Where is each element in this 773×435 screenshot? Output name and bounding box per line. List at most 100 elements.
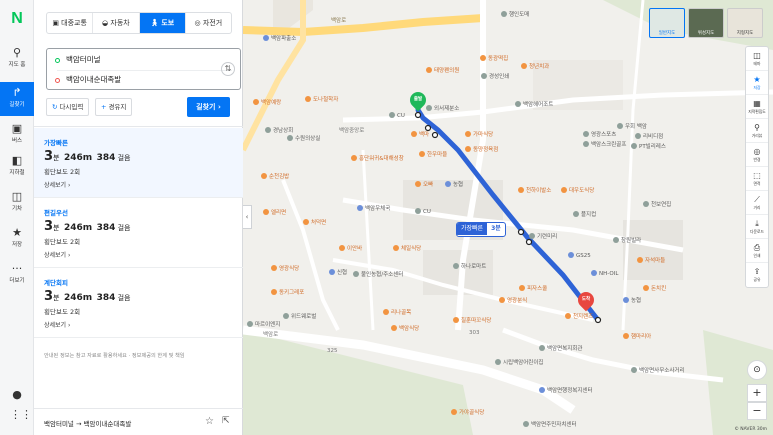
nav-train[interactable]: ◫ 기차	[0, 186, 34, 220]
map-poi[interactable]: 플지컵	[573, 210, 596, 218]
map-poi[interactable]: 자석마들	[637, 256, 665, 264]
route-time-label[interactable]: 가장빠른 3분	[456, 222, 506, 237]
waypoint-button[interactable]: + 경유지	[95, 98, 133, 116]
map-poi[interactable]: CU	[415, 208, 431, 215]
map-poi[interactable]: 백암면사무소사거리	[631, 366, 685, 374]
route-option-easy[interactable]: 편길우선 3분 246m 384 걸음 횡단보도 2회 상세보기 ›	[34, 198, 243, 268]
map-poi[interactable]: 백암우체국	[357, 204, 390, 212]
map-poi[interactable]: GS25	[568, 252, 591, 259]
map-poi[interactable]: 백암예랑	[253, 98, 281, 106]
map-poi[interactable]: 돈치킨	[643, 284, 666, 292]
my-location-icon[interactable]: ⊙	[747, 360, 767, 380]
nav-map-home[interactable]: ⚲ 지도 홈	[0, 42, 34, 76]
map-type-terrain[interactable]: 지형지도	[727, 8, 763, 38]
tool-share[interactable]: ⇪ 공유	[746, 263, 768, 287]
map-poi[interactable]: 가마식당	[465, 130, 493, 138]
tool-print[interactable]: ⎙ 인쇄	[746, 239, 768, 263]
tool-theme[interactable]: ◫ 테마	[746, 47, 768, 71]
map-poi[interactable]: 리나골목	[383, 308, 411, 316]
map-poi[interactable]: 백암면주민자치센터	[523, 420, 577, 428]
nav-more[interactable]: ··· 더보기	[0, 258, 34, 292]
tab-car[interactable]: ◒ 자동차	[93, 13, 140, 33]
map-poi[interactable]: 백암면복지회관	[539, 344, 582, 352]
zoom-in-button[interactable]: +	[747, 384, 767, 402]
tab-transit[interactable]: ▣ 대중교통	[47, 13, 94, 33]
map-poi[interactable]: 영광스포츠	[583, 130, 616, 138]
route-detail-link[interactable]: 상세보기 ›	[44, 250, 70, 259]
map-poi[interactable]: 이안바	[339, 244, 362, 252]
map-type-normal[interactable]: 일반지도	[649, 8, 685, 38]
map-poi[interactable]: 체일식당	[393, 244, 421, 252]
naver-logo[interactable]: N	[8, 10, 26, 28]
map-poi[interactable]: 동광떡집	[480, 54, 508, 62]
map-poi[interactable]: 백암면행정복지센터	[539, 386, 593, 394]
map-poi[interactable]: 외서제분소	[426, 104, 459, 112]
map-type-satellite[interactable]: 위성지도	[688, 8, 724, 38]
tool-cadastral[interactable]: ▦ 지적편집도	[746, 95, 768, 119]
map-poi[interactable]: 천하이발소	[518, 186, 551, 194]
map-poi[interactable]: 도나철학자	[305, 95, 338, 103]
tool-distance[interactable]: ⟋ 거리	[746, 191, 768, 215]
map-poi[interactable]: 백암헤어조트	[515, 100, 553, 108]
map-poi[interactable]: 시립백암어린이집	[495, 358, 543, 366]
find-route-button[interactable]: 길찾기 ›	[187, 97, 230, 117]
map-poi[interactable]: 리비디점	[635, 132, 663, 140]
map-poi[interactable]: 기련미리	[529, 232, 557, 240]
map-poi[interactable]: 동양정육점	[465, 145, 498, 153]
map-poi[interactable]: 행인도매	[501, 10, 529, 18]
map-poi[interactable]: 엘리면	[263, 208, 286, 216]
zoom-out-button[interactable]: −	[747, 402, 767, 420]
tab-walk[interactable]: 🚶︎ 도보	[139, 13, 186, 33]
map-poi[interactable]: 한우마을	[419, 150, 447, 158]
map-poi[interactable]: 청년치과	[521, 62, 549, 70]
tab-bike[interactable]: ◎ 자전거	[186, 13, 231, 33]
map-poi[interactable]: 수원의상실	[287, 134, 320, 142]
nav-directions[interactable]: ↱ 길찾기	[0, 82, 34, 116]
map-poi[interactable]: 천지렌즈	[565, 312, 593, 320]
map-poi[interactable]: 경남상회	[265, 126, 293, 134]
nav-saved[interactable]: ★ 저장	[0, 222, 34, 256]
tool-radius[interactable]: ◎ 반경	[746, 143, 768, 167]
map-poi[interactable]: 농협	[445, 180, 463, 188]
map-poi[interactable]: 농협	[623, 296, 641, 304]
map-poi[interactable]: 칠훈따꼬식당	[453, 316, 491, 324]
collapse-panel-button[interactable]: ‹	[243, 205, 252, 229]
nav-apps[interactable]: ⋮⋮	[0, 406, 34, 424]
map-poi[interactable]: 불인농협/주소센터	[353, 270, 403, 278]
star-icon[interactable]: ☆	[205, 416, 214, 427]
map-poi[interactable]: 천보연집	[643, 200, 671, 208]
origin-field[interactable]: 백암터미널	[55, 52, 101, 68]
map-poi[interactable]: 피자스쿨	[519, 284, 547, 292]
share-icon[interactable]: ⇱	[222, 416, 230, 426]
tool-saved[interactable]: ★ 저장	[746, 71, 768, 95]
map-poi[interactable]: 가야골식당	[451, 408, 484, 416]
reset-button[interactable]: ↻ 다시입력	[46, 98, 90, 116]
map-poi[interactable]: 백마	[411, 130, 429, 138]
map-poi[interactable]: 태양펜의원	[426, 66, 459, 74]
nav-subway[interactable]: ◧ 지하철	[0, 150, 34, 184]
map-poi[interactable]: 대우도식당	[561, 186, 594, 194]
map-poi[interactable]: NH-OIL	[591, 270, 618, 277]
route-detail-link[interactable]: 상세보기 ›	[44, 320, 70, 329]
map-poi[interactable]: 마르이엔지	[247, 320, 280, 328]
map-poi[interactable]: 백암식당	[391, 324, 419, 332]
tool-street-view[interactable]: ⚲ 거리뷰	[746, 119, 768, 143]
start-marker[interactable]: 출발	[406, 88, 430, 112]
map-poi[interactable]: 오빠	[415, 180, 433, 188]
map-poi[interactable]: 창원빌라	[613, 236, 641, 244]
map-poi[interactable]: PT빌리레스	[631, 142, 666, 150]
map-poi[interactable]: 위드웨로벌	[283, 312, 316, 320]
map-poi[interactable]: 순천김밥	[261, 172, 289, 180]
map-poi[interactable]: 영광식당	[271, 264, 299, 272]
map-poi[interactable]: 동키그레포	[271, 288, 304, 296]
map-poi[interactable]: 홍단워귀&대해성창	[351, 154, 404, 162]
route-option-fastest[interactable]: 가장빠른 3분 246m 384 걸음 횡단보도 2회 상세보기 ›	[34, 128, 243, 198]
map-poi[interactable]: 경성인쇄	[481, 72, 509, 80]
nav-bus[interactable]: ▣ 버스	[0, 118, 34, 152]
map-poi[interactable]: 우회 백암	[617, 122, 647, 130]
nav-profile[interactable]: ●	[0, 386, 34, 404]
disclaimer-text[interactable]: 안내된 정보는 참고 자료로 활용하세요 · 정보제공의 한계 및 책임	[44, 352, 239, 359]
map-poi[interactable]: 영광분식	[499, 296, 527, 304]
tool-area[interactable]: ⬚ 면적	[746, 167, 768, 191]
route-option-no-stairs[interactable]: 계단회피 3분 246m 384 걸음 횡단보도 2회 상세보기 ›	[34, 268, 243, 338]
